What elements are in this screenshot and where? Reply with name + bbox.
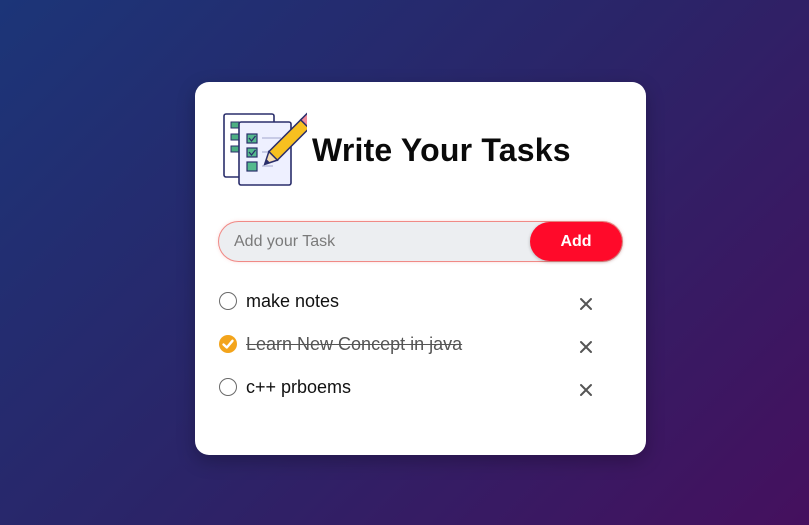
close-icon[interactable] <box>579 297 593 311</box>
unchecked-circle-icon[interactable] <box>219 292 237 310</box>
checkmark-icon <box>222 339 234 349</box>
add-button[interactable]: Add <box>530 222 622 261</box>
task-list: make notes Learn New Concept in java c++… <box>219 288 599 417</box>
task-text: c++ prboems <box>246 377 352 397</box>
checked-circle-icon[interactable] <box>219 335 237 353</box>
checklist-pencil-icon <box>223 112 307 186</box>
task-item[interactable]: Learn New Concept in java <box>219 331 599 374</box>
task-item[interactable]: make notes <box>219 288 599 331</box>
page-title: Write Your Tasks <box>312 131 571 168</box>
header: Write Your Tasks <box>221 112 571 188</box>
unchecked-circle-icon[interactable] <box>219 378 237 396</box>
task-input[interactable] <box>219 222 530 261</box>
task-text: Learn New Concept in java <box>246 334 463 354</box>
todo-card: Write Your Tasks Add make notes Learn Ne… <box>195 82 646 455</box>
task-input-row: Add <box>219 222 622 261</box>
task-text: make notes <box>246 291 340 311</box>
task-item[interactable]: c++ prboems <box>219 374 599 417</box>
close-icon[interactable] <box>579 340 593 354</box>
close-icon[interactable] <box>579 383 593 397</box>
